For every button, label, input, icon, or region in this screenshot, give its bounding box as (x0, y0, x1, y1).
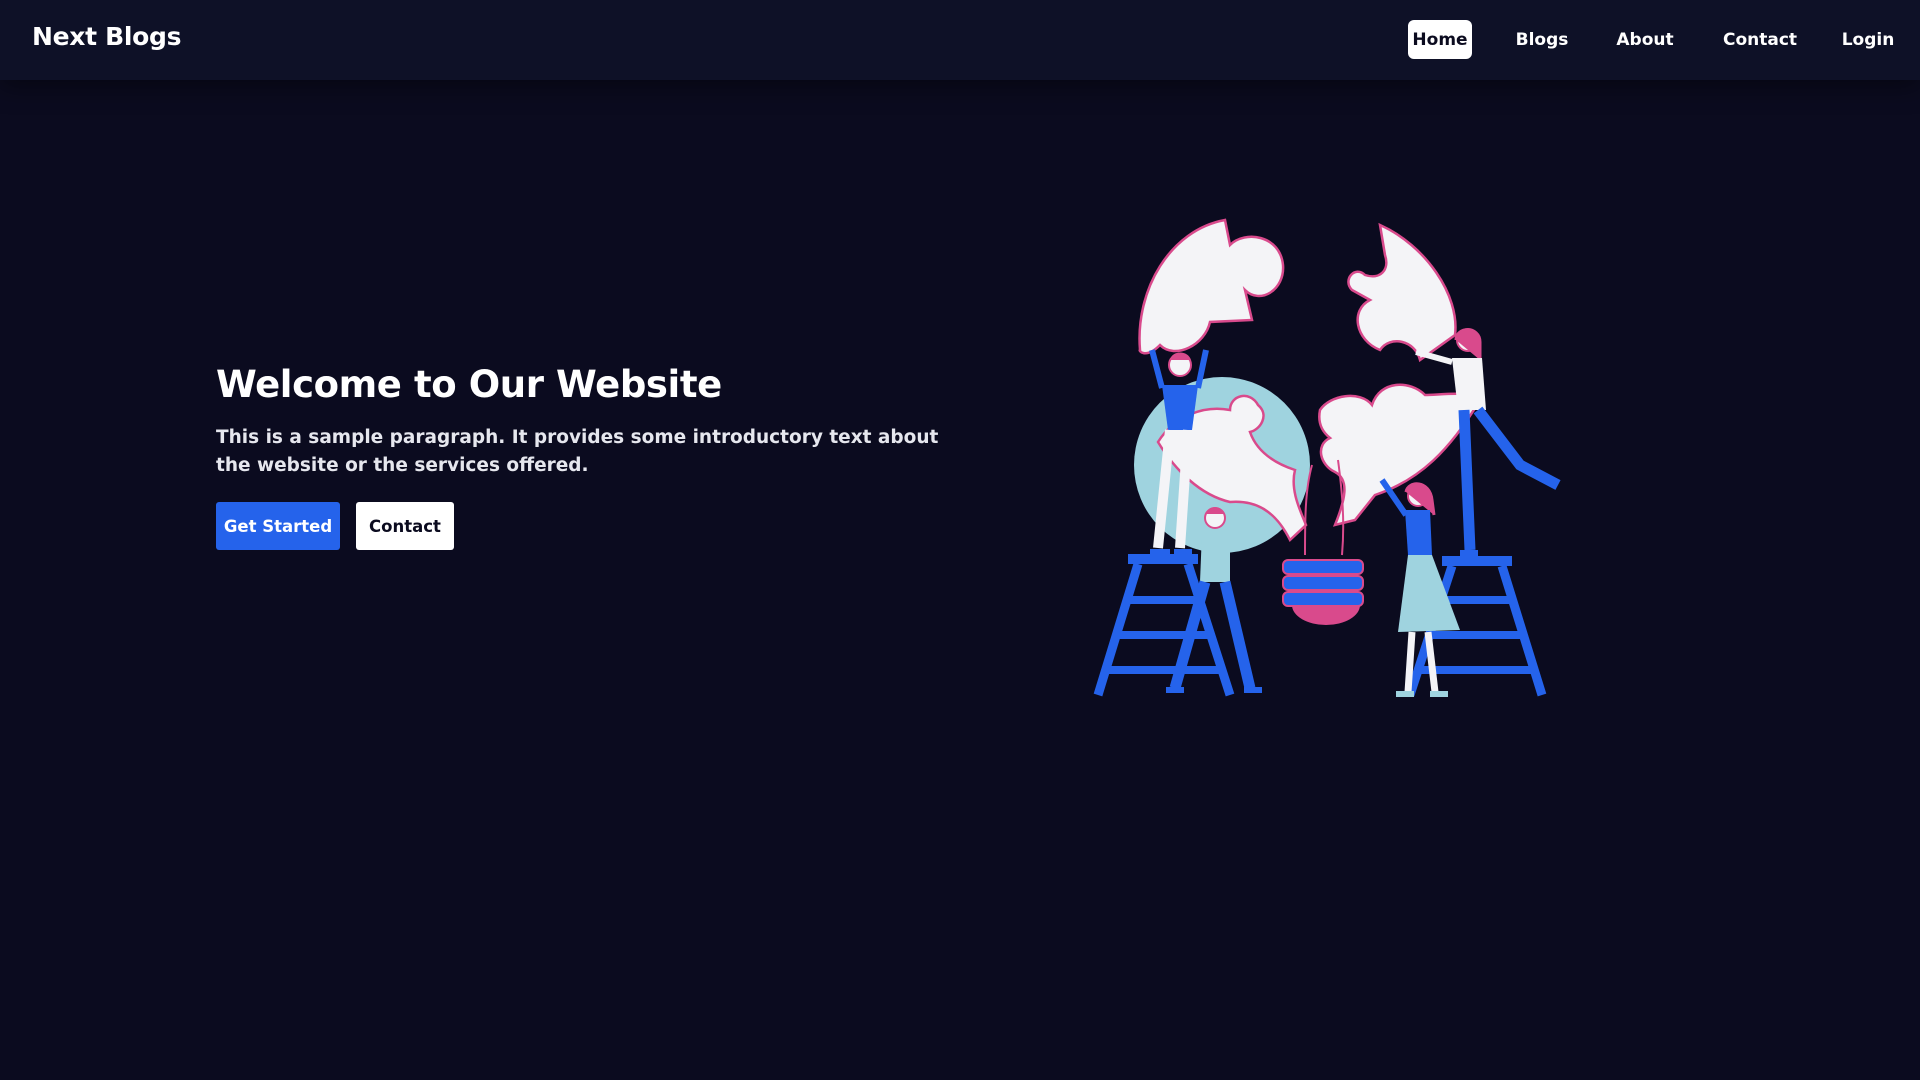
puzzle-piece-top-left (1138, 218, 1285, 355)
stack-base (1292, 605, 1360, 625)
hero-paragraph: This is a sample paragraph. It provides … (216, 427, 939, 476)
hero-title: Welcome to Our Website (216, 363, 722, 406)
stack-layer-3 (1282, 591, 1364, 607)
nav-home-link[interactable]: Home (1408, 20, 1472, 59)
nav-contact-link[interactable]: Contact (1718, 20, 1802, 59)
stack-layer-1 (1282, 559, 1364, 575)
brand-logo[interactable]: Next Blogs (32, 22, 182, 51)
navbar: Next Blogs Home Blogs About Contact Logi… (0, 0, 1920, 80)
puzzle-team-illustration-svg (1093, 218, 1561, 697)
get-started-button[interactable]: Get Started (216, 502, 340, 550)
stack-layer-2 (1282, 575, 1364, 591)
nav-about-link[interactable]: About (1613, 20, 1677, 59)
nav-login-link[interactable]: Login (1836, 20, 1900, 59)
hero-section: Welcome to Our Website This is a sample … (216, 360, 976, 550)
nav-blogs-link[interactable]: Blogs (1510, 20, 1574, 59)
contact-button[interactable]: Contact (356, 502, 454, 550)
puzzle-piece-top-right (1347, 222, 1457, 363)
puzzle-team-illustration (1080, 210, 1580, 710)
